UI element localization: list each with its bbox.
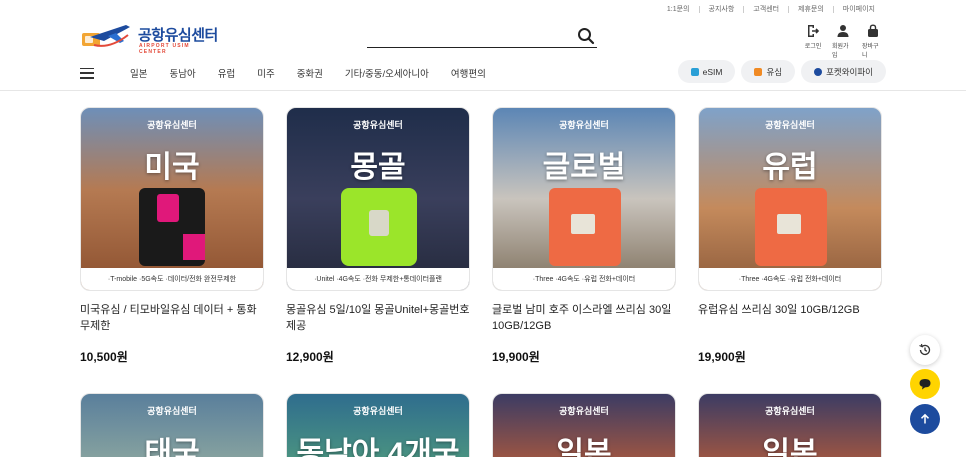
product-thumbnail[interactable]: 공항유심센터 태국 xyxy=(80,393,264,457)
recent-view-button[interactable] xyxy=(910,335,940,365)
chat-bubble-icon xyxy=(919,379,931,390)
scroll-top-button[interactable] xyxy=(910,404,940,434)
product-thumbnail[interactable]: 공항유심센터 일본 xyxy=(698,393,882,457)
nav-item-southeast-asia[interactable]: 동남아 xyxy=(169,66,195,80)
thumb-title: 미국 xyxy=(144,151,200,184)
site-logo[interactable]: 공항유심센터 AIRPORT USIM CENTER xyxy=(80,23,220,55)
thumb-features: ·Three ·4G속도 ·유럽 전화+데이터 xyxy=(699,268,881,290)
thumb-features: ·Unitel ·4G속도 ·전화 무제한+통데이터플랜 xyxy=(287,268,469,290)
util-link-support[interactable]: 고객센터 xyxy=(744,4,788,14)
product-card[interactable]: 공항유심센터 일본 xyxy=(698,393,882,457)
thumb-brand: 공항유심센터 xyxy=(765,120,815,130)
product-name[interactable]: 글로벌 남미 호주 이스라엘 쓰리심 30일 10GB/12GB xyxy=(492,302,676,334)
nav-item-other[interactable]: 기타/중동/오세아니아 xyxy=(345,66,429,80)
signup-button[interactable]: 회원가입 xyxy=(832,24,854,59)
thumb-brand: 공항유심센터 xyxy=(353,406,403,416)
airplane-logo-icon xyxy=(82,25,130,47)
thumb-brand: 공항유심센터 xyxy=(559,406,609,416)
main-nav: 일본 동남아 유럽 미주 중화권 기타/중동/오세아니아 여행편의 eSIM 유… xyxy=(80,60,886,83)
nav-item-europe[interactable]: 유럽 xyxy=(218,66,235,80)
pill-wifi-label: 포켓와이파이 xyxy=(826,66,873,77)
thumb-brand: 공항유심센터 xyxy=(353,120,403,130)
pill-usim[interactable]: 유심 xyxy=(741,60,796,83)
thumb-title: 유럽 xyxy=(762,151,818,184)
product-name[interactable]: 유럽유심 쓰리심 30일 10GB/12GB xyxy=(698,302,882,334)
util-link-partnership[interactable]: 제휴문의 xyxy=(789,4,833,14)
thumb-title: 몽골 xyxy=(350,151,406,184)
arrow-up-icon xyxy=(920,413,930,424)
category-pills: eSIM 유심 포켓와이파이 xyxy=(677,60,886,83)
product-price: 19,900원 xyxy=(492,350,540,364)
product-thumbnail[interactable]: 공항유심센터 동남아 4개국 xyxy=(286,393,470,457)
thumb-title: 동남아 4개국 xyxy=(296,437,460,457)
product-name[interactable]: 몽골유심 5일/10일 몽골Unitel+몽골번호제공 xyxy=(286,302,470,334)
product-card[interactable]: 공항유심센터 몽골 ·Unitel ·4G속도 ·전화 무제한+통데이터플랜 몽… xyxy=(286,107,470,365)
thumb-features: ·Three ·4G속도 ·유럽 전화+데이터 xyxy=(493,268,675,290)
pill-esim[interactable]: eSIM xyxy=(677,60,736,83)
login-icon xyxy=(808,25,820,37)
thumb-title: 태국 xyxy=(144,437,200,457)
user-icon xyxy=(837,25,849,37)
sim-card-image xyxy=(755,188,827,266)
product-card[interactable]: 공항유심센터 유럽 ·Three ·4G속도 ·유럽 전화+데이터 유럽유심 쓰… xyxy=(698,107,882,365)
product-price: 12,900원 xyxy=(286,350,334,364)
nav-item-greater-china[interactable]: 중화권 xyxy=(297,66,323,80)
thumb-title: 글로벌 xyxy=(542,151,626,184)
usim-icon xyxy=(754,67,763,76)
nav-divider xyxy=(0,90,966,91)
cart-icon xyxy=(868,24,878,37)
product-thumbnail[interactable]: 공항유심센터 일본 xyxy=(492,393,676,457)
util-link-notice[interactable]: 공지사항 xyxy=(700,4,744,14)
product-thumbnail[interactable]: 공항유심센터 몽골 ·Unitel ·4G속도 ·전화 무제한+통데이터플랜 xyxy=(286,107,470,291)
login-label: 로그인 xyxy=(804,44,822,50)
cart-label: 장바구니 xyxy=(862,44,879,59)
product-card[interactable]: 공항유심센터 동남아 4개국 xyxy=(286,393,470,457)
nav-item-japan[interactable]: 일본 xyxy=(130,66,147,80)
thumb-features: ·T-mobile ·5G속도 ·데이터/전화 완전무제한 xyxy=(81,268,263,290)
logo-subtitle: AIRPORT USIM CENTER xyxy=(139,43,190,55)
signup-label: 회원가입 xyxy=(832,44,849,59)
search-input[interactable] xyxy=(367,26,567,47)
thumb-title: 일본 xyxy=(556,437,612,457)
pill-usim-label: 유심 xyxy=(766,66,783,77)
pill-pocket-wifi[interactable]: 포켓와이파이 xyxy=(801,60,886,83)
product-card[interactable]: 공항유심센터 일본 xyxy=(492,393,676,457)
util-link-mypage[interactable]: 마이페이지 xyxy=(834,4,884,14)
product-name[interactable]: 미국유심 / 티모바일유심 데이터 + 통화 무제한 xyxy=(80,302,264,334)
sim-card-image xyxy=(549,188,621,266)
thumb-brand: 공항유심센터 xyxy=(559,120,609,130)
search-icon[interactable] xyxy=(577,27,595,45)
search-bar xyxy=(367,26,597,48)
sim-card-image xyxy=(139,188,205,266)
thumb-brand: 공항유심센터 xyxy=(765,406,815,416)
product-thumbnail[interactable]: 공항유심센터 유럽 ·Three ·4G속도 ·유럽 전화+데이터 xyxy=(698,107,882,291)
product-thumbnail[interactable]: 공항유심센터 미국 ·T-mobile ·5G속도 ·데이터/전화 완전무제한 xyxy=(80,107,264,291)
user-menu: 로그인 회원가입 장바구니 xyxy=(802,24,884,59)
product-price: 19,900원 xyxy=(698,350,746,364)
product-card[interactable]: 공항유심센터 태국 xyxy=(80,393,264,457)
product-thumbnail[interactable]: 공항유심센터 글로벌 ·Three ·4G속도 ·유럽 전화+데이터 xyxy=(492,107,676,291)
hamburger-menu-icon[interactable] xyxy=(80,67,94,79)
chat-button[interactable] xyxy=(910,369,940,399)
product-card[interactable]: 공항유심센터 미국 ·T-mobile ·5G속도 ·데이터/전화 완전무제한 … xyxy=(80,107,264,365)
nav-item-americas[interactable]: 미주 xyxy=(257,66,274,80)
thumb-title: 일본 xyxy=(762,437,818,457)
utility-links: 1:1문의 공지사항 고객센터 제휴문의 마이페이지 xyxy=(658,4,884,14)
cart-button[interactable]: 장바구니 xyxy=(862,24,884,59)
wifi-icon xyxy=(814,67,823,76)
thumb-brand: 공항유심센터 xyxy=(147,120,197,130)
logo-title: 공항유심센터 xyxy=(138,27,218,44)
sim-card-image xyxy=(341,188,417,266)
nav-item-travel[interactable]: 여행편의 xyxy=(451,66,486,80)
esim-icon xyxy=(690,67,699,76)
login-button[interactable]: 로그인 xyxy=(802,24,824,59)
product-price: 10,500원 xyxy=(80,350,128,364)
thumb-brand: 공항유심센터 xyxy=(147,406,197,416)
util-link-inquiry[interactable]: 1:1문의 xyxy=(658,4,699,14)
pill-esim-label: eSIM xyxy=(702,66,723,77)
product-grid: 공항유심센터 미국 ·T-mobile ·5G속도 ·데이터/전화 완전무제한 … xyxy=(80,107,884,365)
product-grid-row-2: 공항유심센터 태국 공항유심센터 동남아 4개국 공항유심센터 일본 공항유심센… xyxy=(80,393,884,457)
product-card[interactable]: 공항유심센터 글로벌 ·Three ·4G속도 ·유럽 전화+데이터 글로벌 남… xyxy=(492,107,676,365)
history-icon xyxy=(919,343,931,356)
